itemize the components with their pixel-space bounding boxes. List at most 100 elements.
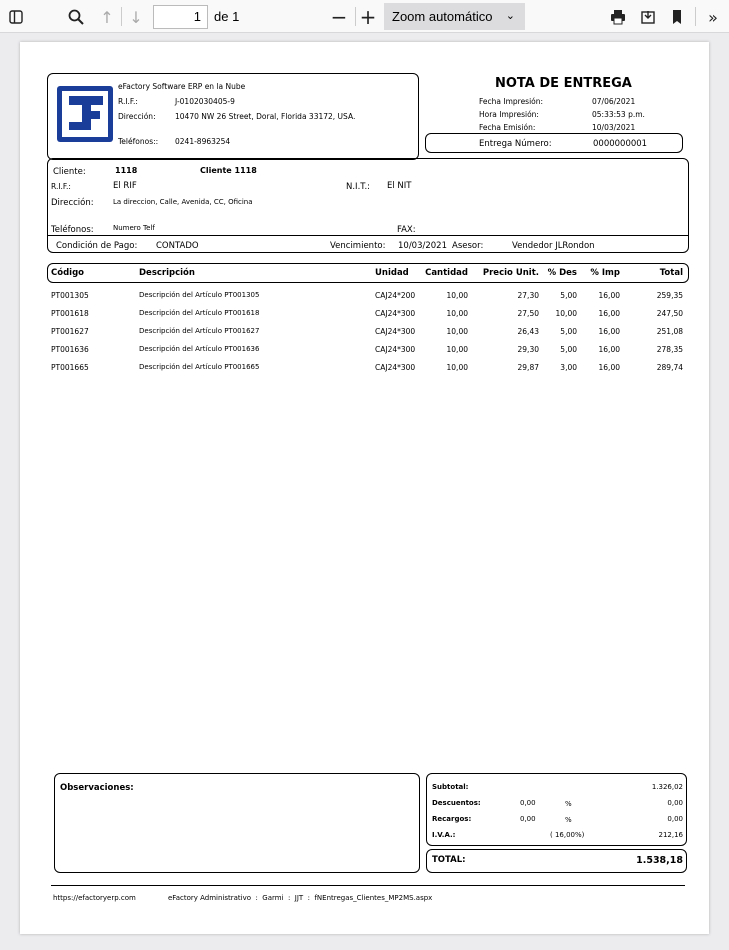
table-cell: Descripción del Artículo PT001305: [139, 291, 260, 299]
column-header: % Des: [547, 268, 577, 278]
table-cell: 10,00: [446, 327, 468, 336]
totals-charges-label: Recargos:: [432, 815, 472, 823]
company-rif-label: R.I.F.:: [118, 97, 138, 106]
double-chevron-right-icon[interactable]: »: [702, 6, 724, 28]
document-title: NOTA DE ENTREGA: [495, 76, 632, 91]
delivery-number-label: Entrega Número:: [479, 139, 552, 149]
sidebar-toggle-icon[interactable]: [6, 6, 26, 28]
table-cell: 16,00: [598, 345, 620, 354]
zoom-in-icon[interactable]: +: [357, 5, 379, 29]
client-name: Cliente 1118: [200, 166, 257, 175]
table-cell: 10,00: [446, 309, 468, 318]
table-cell: 29,30: [517, 345, 539, 354]
table-cell: 251,08: [656, 327, 683, 336]
footer-url: https://efactoryerp.com: [53, 894, 136, 902]
totals-pct-sign: %: [565, 816, 572, 824]
print-icon[interactable]: [607, 6, 629, 28]
advisor-label: Asesor:: [452, 241, 484, 251]
table-cell: 27,30: [517, 291, 539, 300]
table-cell: PT001636: [51, 345, 89, 354]
table-cell: 10,00: [446, 363, 468, 372]
totals-iva-label: I.V.A.:: [432, 831, 456, 839]
print-time: 05:33:53 p.m.: [592, 110, 645, 119]
advisor-value: Vendedor JLRondon: [512, 241, 595, 251]
due-date: 10/03/2021: [398, 241, 447, 251]
table-cell: 5,00: [560, 291, 577, 300]
divider: [47, 235, 689, 236]
client-rif-label: R.I.F.:: [51, 182, 71, 191]
grand-total-label: TOTAL:: [432, 855, 466, 865]
column-header: Descripción: [139, 268, 195, 278]
client-address-label: Dirección:: [51, 198, 94, 208]
bookmark-icon[interactable]: [666, 6, 688, 28]
totals-discounts-label: Descuentos:: [432, 799, 481, 807]
company-phones: 0241-8963254: [175, 137, 231, 146]
page-count: de 1: [214, 9, 240, 24]
totals-charges: 0,00: [667, 815, 683, 823]
table-cell: PT001665: [51, 363, 89, 372]
table-cell: PT001618: [51, 309, 89, 318]
payment-label: Condición de Pago:: [56, 241, 138, 251]
column-header: Precio Unit.: [482, 268, 539, 278]
totals-charges-pct: 0,00: [520, 815, 536, 823]
column-header: Cantidad: [425, 268, 468, 278]
column-header: % Imp: [590, 268, 620, 278]
table-cell: 10,00: [555, 309, 577, 318]
table-cell: 247,50: [656, 309, 683, 318]
client-phones-label: Teléfonos:: [51, 225, 94, 235]
column-header: Código: [51, 268, 84, 278]
zoom-out-icon[interactable]: −: [328, 5, 350, 29]
observations-label: Observaciones:: [60, 783, 134, 793]
issue-date-label: Fecha Emisión:: [479, 123, 536, 132]
totals-discounts-pct: 0,00: [520, 799, 536, 807]
client-phones: Numero Telf: [113, 224, 155, 232]
table-cell: 5,00: [560, 327, 577, 336]
table-cell: 259,35: [656, 291, 683, 300]
table-cell: 29,87: [517, 363, 539, 372]
company-name: eFactory Software ERP en la Nube: [118, 82, 246, 91]
footer-info: eFactory Administrativo : Garmi : JJT : …: [168, 894, 433, 902]
save-icon[interactable]: [637, 6, 659, 28]
company-address-label: Dirección:: [118, 112, 156, 121]
arrow-down-icon[interactable]: ↓: [125, 6, 147, 28]
print-date: 07/06/2021: [592, 97, 636, 106]
table-cell: Descripción del Artículo PT001627: [139, 327, 260, 335]
footer-divider: [51, 885, 685, 886]
chevron-down-icon: ⌄: [505, 10, 515, 22]
client-nit: El NIT: [387, 181, 412, 191]
company-rif: J-0102030405-9: [175, 97, 235, 106]
table-cell: 5,00: [560, 345, 577, 354]
table-cell: Descripción del Artículo PT001618: [139, 309, 260, 317]
totals-discounts: 0,00: [667, 799, 683, 807]
totals-subtotal-label: Subtotal:: [432, 783, 469, 791]
company-phones-label: Teléfonos::: [118, 137, 159, 146]
arrow-up-icon[interactable]: ↑: [96, 6, 118, 28]
pdf-toolbar: ↑ ↓ 1 de 1 − + Zoom automático ⌄ »: [0, 0, 729, 33]
company-logo: [57, 86, 113, 142]
print-date-label: Fecha Impresión:: [479, 97, 544, 106]
column-header: Total: [659, 268, 683, 278]
client-label: Cliente:: [53, 167, 86, 177]
table-cell: 16,00: [598, 363, 620, 372]
totals-iva: 212,16: [658, 831, 684, 839]
grand-total: 1.538,18: [636, 855, 683, 866]
table-cell: 27,50: [517, 309, 539, 318]
delivery-number: 0000000001: [593, 139, 648, 149]
page-number-input[interactable]: 1: [153, 5, 208, 29]
table-cell: 16,00: [598, 327, 620, 336]
client-address: La direccion, Calle, Avenida, CC, Oficin…: [113, 198, 253, 206]
zoom-select[interactable]: Zoom automático ⌄: [384, 3, 525, 30]
table-cell: 26,43: [517, 327, 539, 336]
table-cell: 3,00: [560, 363, 577, 372]
search-icon[interactable]: [65, 6, 87, 28]
table-cell: Descripción del Artículo PT001636: [139, 345, 260, 353]
table-cell: 10,00: [446, 345, 468, 354]
totals-pct-sign: %: [565, 800, 572, 808]
zoom-value: Zoom automático: [392, 9, 493, 24]
table-cell: Descripción del Artículo PT001665: [139, 363, 260, 371]
table-cell: 16,00: [598, 291, 620, 300]
client-rif: El RIF: [113, 181, 137, 191]
table-cell: 289,74: [656, 363, 683, 372]
table-cell: 278,35: [656, 345, 683, 354]
issue-date: 10/03/2021: [592, 123, 636, 132]
